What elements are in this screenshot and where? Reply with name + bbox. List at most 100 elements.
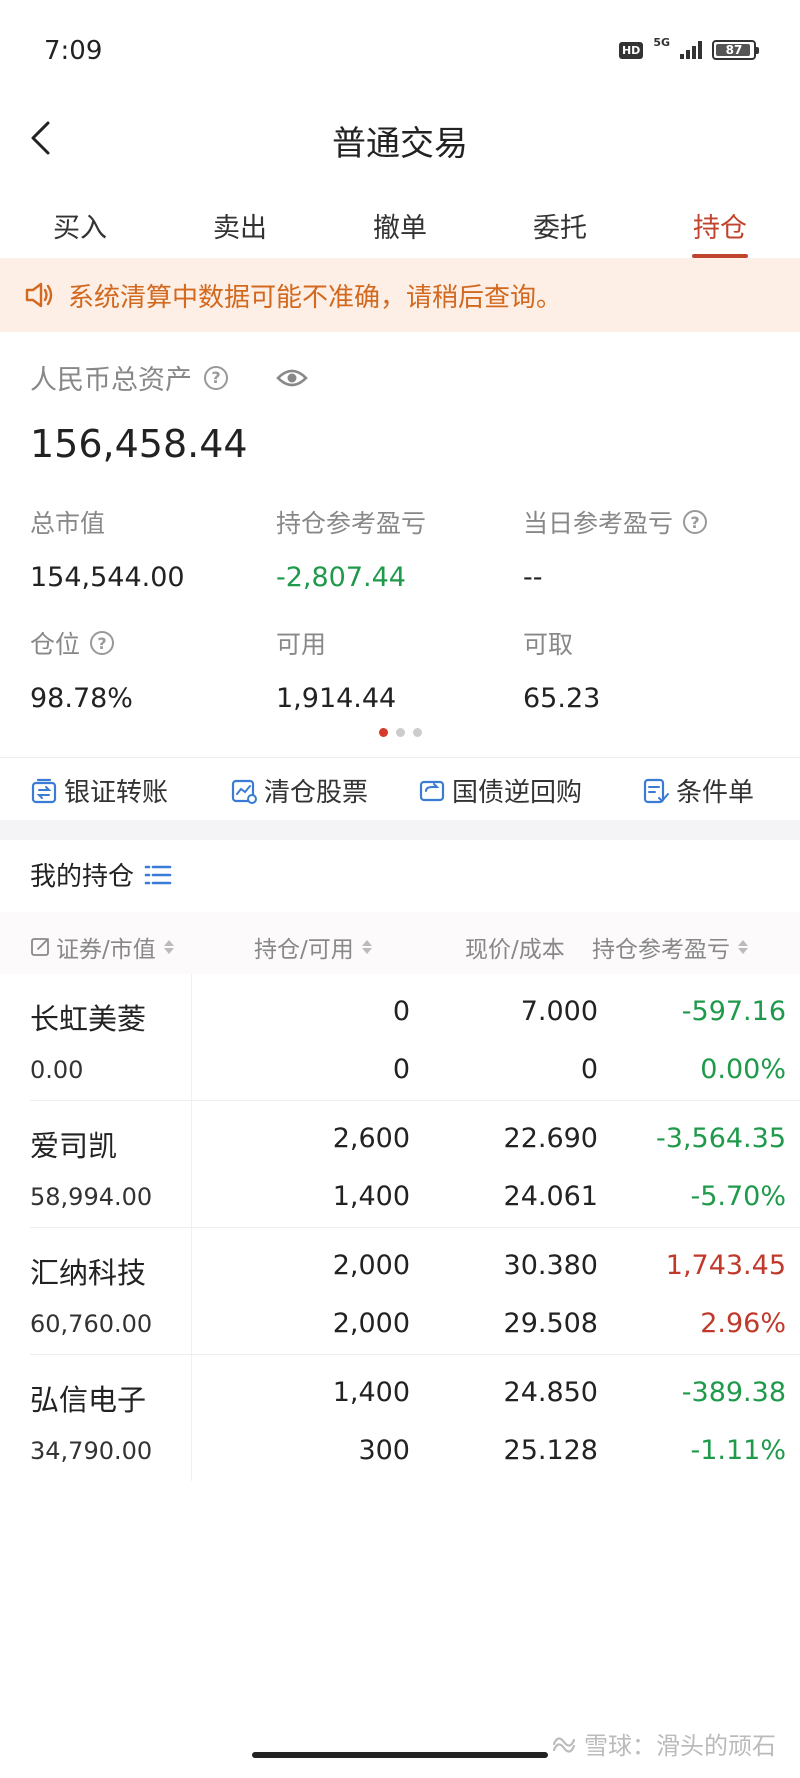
position-pl-pct: 2.96% bbox=[700, 1308, 786, 1339]
transfer-icon bbox=[31, 778, 57, 803]
market-value-label: 总市值 bbox=[30, 509, 106, 538]
page-indicator bbox=[0, 728, 800, 737]
condition-order-button[interactable]: 条件单 bbox=[642, 772, 754, 809]
bank-transfer-label: 银证转账 bbox=[64, 778, 169, 808]
position-qty: 2,600 bbox=[332, 1123, 410, 1154]
asset-label-row: 人民币总资产 ? bbox=[30, 358, 308, 397]
current-price: 7.000 bbox=[520, 996, 598, 1027]
position-pl: 1,743.45 bbox=[665, 1250, 786, 1281]
watermark-text: 雪球：滑头的顽石 bbox=[584, 1732, 776, 1760]
position-ratio-value: 98.78% bbox=[30, 683, 133, 714]
available-label: 可用 bbox=[276, 630, 327, 659]
eye-icon[interactable] bbox=[276, 367, 308, 389]
table-row[interactable]: 汇纳科技 60,760.00 2,000 2,000 30.380 29.508… bbox=[30, 1228, 800, 1355]
table-row[interactable]: 爱司凯 58,994.00 2,600 1,400 22.690 24.061 … bbox=[30, 1101, 800, 1228]
tab-orders[interactable]: 委托 bbox=[480, 196, 640, 258]
position-pl-value: -2,807.44 bbox=[276, 562, 406, 593]
position-pl: -597.16 bbox=[681, 996, 786, 1027]
position-pl: -3,564.35 bbox=[656, 1123, 786, 1154]
status-icons: HD 5G 87 bbox=[618, 36, 759, 60]
column-position[interactable]: 持仓/可用 bbox=[254, 930, 372, 964]
notice-text: 系统清算中数据可能不准确，请稍后查询。 bbox=[68, 282, 563, 313]
hd-icon: HD bbox=[618, 41, 644, 59]
position-pl: -389.38 bbox=[681, 1377, 786, 1408]
sort-icon bbox=[738, 940, 748, 954]
chart-icon bbox=[231, 779, 257, 804]
asset-summary: 人民币总资产 ? 156,458.44 总市值 154,544.00 持仓参考盈… bbox=[0, 332, 800, 758]
repo-icon bbox=[419, 780, 445, 801]
withdrawable-label: 可取 bbox=[523, 630, 574, 659]
table-row[interactable]: 弘信电子 34,790.00 1,400 300 24.850 25.128 -… bbox=[30, 1355, 800, 1482]
current-price: 24.850 bbox=[503, 1377, 598, 1408]
holdings-column-header: 证券/市值 持仓/可用 现价/成本 持仓参考盈亏 bbox=[0, 912, 800, 974]
stock-market-value: 58,994.00 bbox=[30, 1183, 153, 1211]
order-icon bbox=[643, 778, 669, 803]
metric-available: 可用 1,914.44 bbox=[276, 625, 516, 714]
metric-market-value: 总市值 154,544.00 bbox=[30, 504, 270, 593]
column-price-label: 现价/成本 bbox=[465, 937, 565, 963]
available-value: 1,914.44 bbox=[276, 683, 397, 714]
tab-sell[interactable]: 卖出 bbox=[160, 196, 320, 258]
holdings-header: 我的持仓 bbox=[0, 840, 800, 912]
column-position-label: 持仓/可用 bbox=[254, 937, 354, 963]
stock-market-value: 34,790.00 bbox=[30, 1437, 153, 1465]
holdings-list: 长虹美菱 0.00 0 0 7.000 0 -597.16 0.00% 爱司凯 … bbox=[0, 974, 800, 1482]
stock-name: 爱司凯 bbox=[30, 1129, 118, 1163]
reverse-repo-button[interactable]: 国债逆回购 bbox=[418, 772, 582, 809]
list-icon bbox=[144, 865, 172, 884]
metric-position-ratio: 仓位 ? 98.78% bbox=[30, 625, 270, 714]
available-qty: 300 bbox=[358, 1435, 410, 1466]
available-qty: 1,400 bbox=[332, 1181, 410, 1212]
edit-icon bbox=[31, 938, 49, 956]
trade-tabs: 买入 卖出 撤单 委托 持仓 bbox=[0, 196, 800, 258]
market-value: 154,544.00 bbox=[30, 562, 185, 593]
watermark: 雪球：滑头的顽石 bbox=[550, 1726, 776, 1761]
metric-daily-pl: 当日参考盈亏 ? -- bbox=[523, 504, 763, 593]
column-price: 现价/成本 bbox=[465, 930, 565, 964]
condition-order-label: 条件单 bbox=[676, 778, 755, 808]
battery-level: 87 bbox=[725, 43, 743, 57]
table-row[interactable]: 长虹美菱 0.00 0 0 7.000 0 -597.16 0.00% bbox=[30, 974, 800, 1101]
speaker-icon bbox=[25, 282, 53, 308]
position-qty: 0 bbox=[392, 996, 410, 1027]
current-price: 30.380 bbox=[503, 1250, 598, 1281]
sort-icon bbox=[163, 940, 174, 954]
snowball-logo-icon bbox=[552, 1736, 576, 1753]
stock-market-value: 0.00 bbox=[30, 1056, 84, 1084]
help-icon[interactable]: ? bbox=[90, 631, 115, 655]
holdings-title-row[interactable]: 我的持仓 bbox=[30, 856, 172, 893]
clear-stocks-button[interactable]: 清仓股票 bbox=[230, 772, 368, 809]
home-indicator[interactable] bbox=[252, 1752, 548, 1758]
clear-stocks-label: 清仓股票 bbox=[264, 778, 369, 808]
page-dot bbox=[412, 728, 422, 737]
stock-name: 长虹美菱 bbox=[30, 1002, 147, 1036]
tab-positions[interactable]: 持仓 bbox=[640, 196, 800, 258]
page-title: 普通交易 bbox=[332, 124, 468, 164]
page-dot bbox=[378, 728, 388, 737]
withdrawable-value: 65.23 bbox=[523, 683, 601, 714]
status-bar: 7:09 HD 5G 87 bbox=[0, 0, 800, 104]
tab-cancel[interactable]: 撤单 bbox=[320, 196, 480, 258]
network-label: 5G bbox=[653, 35, 670, 49]
column-security[interactable]: 证券/市值 bbox=[30, 930, 174, 964]
page-dot bbox=[395, 728, 405, 737]
tab-buy[interactable]: 买入 bbox=[0, 196, 160, 258]
available-qty: 0 bbox=[392, 1054, 410, 1085]
metric-withdrawable: 可取 65.23 bbox=[523, 625, 763, 714]
reverse-repo-label: 国债逆回购 bbox=[452, 778, 583, 808]
column-security-label: 证券/市值 bbox=[56, 937, 156, 963]
total-assets-label: 人民币总资产 bbox=[30, 365, 192, 396]
position-pl-pct: -5.70% bbox=[690, 1181, 786, 1212]
status-time: 7:09 bbox=[44, 36, 103, 66]
cost-price: 25.128 bbox=[503, 1435, 598, 1466]
position-ratio-label: 仓位 bbox=[30, 630, 81, 659]
bank-transfer-button[interactable]: 银证转账 bbox=[30, 772, 168, 809]
column-pl[interactable]: 持仓参考盈亏 bbox=[592, 930, 748, 964]
cost-price: 24.061 bbox=[503, 1181, 598, 1212]
help-icon[interactable]: ? bbox=[204, 365, 228, 390]
section-gap bbox=[0, 820, 800, 840]
help-icon[interactable]: ? bbox=[683, 510, 708, 534]
stock-market-value: 60,760.00 bbox=[30, 1310, 153, 1338]
stock-name: 汇纳科技 bbox=[30, 1256, 147, 1290]
quick-actions: 银证转账 清仓股票 国债逆回购 条件单 bbox=[0, 758, 800, 820]
